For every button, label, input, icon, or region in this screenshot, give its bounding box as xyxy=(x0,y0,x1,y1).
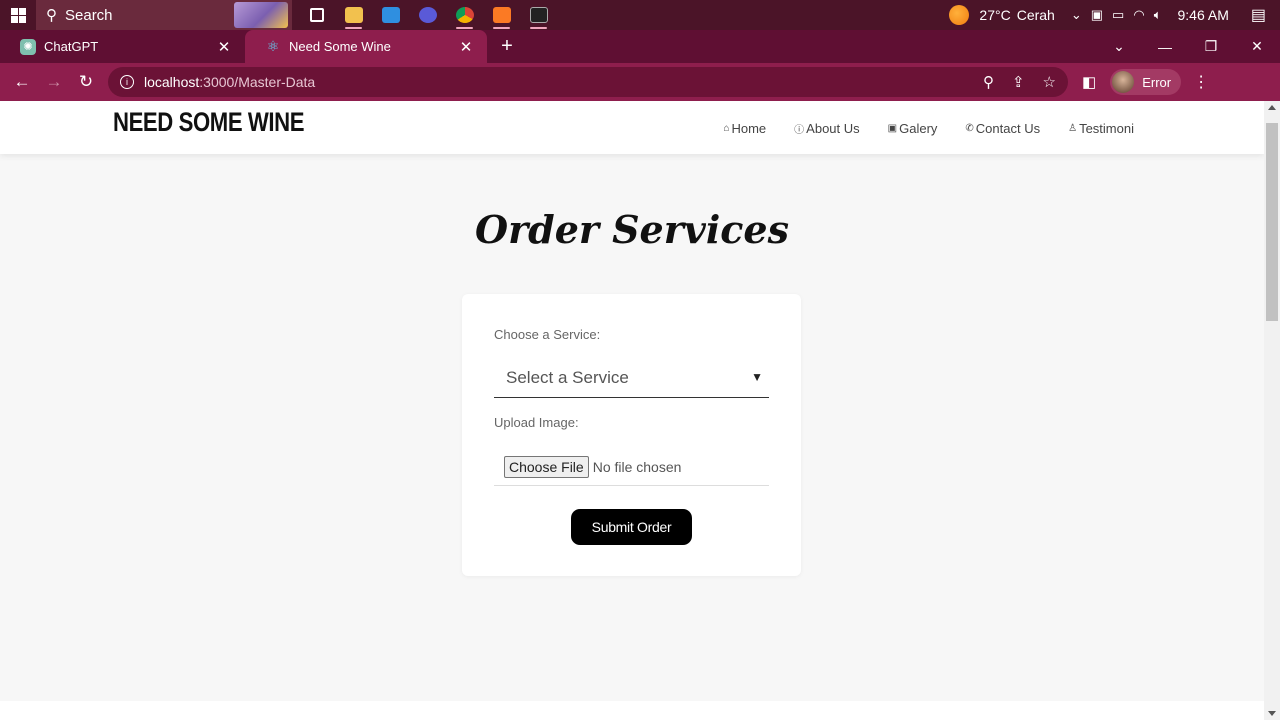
chatgpt-favicon-icon: ✺ xyxy=(20,38,36,55)
new-tab-button[interactable]: + xyxy=(487,30,527,63)
phone-icon: ✆ xyxy=(965,123,974,134)
avatar xyxy=(1112,71,1135,93)
meet-icon[interactable]: ▣ xyxy=(1091,7,1103,23)
tray-icons: ⌄ ▣ ▭ ◠ 🔈︎ xyxy=(1071,7,1162,23)
site-nav: ⌂ Home ⓘ About Us ▣ Galery ✆ Contact Us ♙ Tes… xyxy=(723,121,1134,136)
profile-button[interactable]: Error xyxy=(1110,69,1182,95)
nav-label: Galery xyxy=(899,121,938,136)
taskbar-apps xyxy=(298,0,557,30)
battery-icon[interactable]: ▭ xyxy=(1112,7,1124,23)
nav-label: Testimoni xyxy=(1079,121,1134,136)
nav-contact-us[interactable]: ✆ Contact Us xyxy=(965,121,1040,136)
site-info-icon[interactable]: i xyxy=(120,75,134,89)
weather-desc: Cerah xyxy=(1016,7,1055,23)
upload-label: Upload Image: xyxy=(494,415,579,430)
service-label: Choose a Service: xyxy=(494,327,601,342)
minimize-button[interactable]: — xyxy=(1142,39,1188,55)
nav-label: About Us xyxy=(806,121,860,136)
tab-title: Need Some Wine xyxy=(289,39,391,54)
browser-tabstrip: ✺ ChatGPT ✕ ⚛ Need Some Wine ✕ + ⌄ — ❐ ✕ xyxy=(0,30,1280,63)
side-panel-icon[interactable]: ◧ xyxy=(1082,73,1096,91)
file-explorer-icon[interactable] xyxy=(335,0,372,30)
profile-label: Error xyxy=(1142,74,1172,90)
react-favicon-icon: ⚛ xyxy=(266,38,280,54)
search-highlight-image xyxy=(234,2,288,28)
close-tab-icon[interactable]: ✕ xyxy=(215,38,233,56)
page-viewport: NEED SOME WINE ⌂ Home ⓘ About Us ▣ Galery ✆… xyxy=(0,101,1264,720)
tab-chatgpt[interactable]: ✺ ChatGPT ✕ xyxy=(0,30,245,63)
bookmark-star-icon[interactable]: ☆ xyxy=(1043,73,1056,91)
clock[interactable]: 9:46 AM xyxy=(1178,7,1229,23)
page-title: Order Services xyxy=(475,207,789,252)
zoom-icon[interactable]: ⚲ xyxy=(983,73,994,91)
url-path: :3000/Master-Data xyxy=(199,74,316,90)
file-input[interactable]: Choose File No file chosen xyxy=(494,449,769,486)
nav-home[interactable]: ⌂ Home xyxy=(723,121,766,136)
tab-need-some-wine[interactable]: ⚛ Need Some Wine ✕ xyxy=(245,30,487,63)
chevron-down-icon: ▼ xyxy=(751,370,763,384)
mail-icon[interactable] xyxy=(372,0,409,30)
file-status: No file chosen xyxy=(592,459,682,475)
wifi-icon[interactable]: ◠ xyxy=(1133,7,1144,23)
info-icon: ⓘ xyxy=(794,125,805,136)
windows-taskbar: ⚲ Search 27°C Cerah ⌄ ▣ ▭ ◠ 🔈︎ 9:46 AM ▤ xyxy=(0,0,1280,30)
taskbar-search[interactable]: ⚲ Search xyxy=(36,0,292,30)
order-form-card: Choose a Service: Select a Service ▼ Upl… xyxy=(462,294,801,576)
taskbar-search-label: Search xyxy=(65,6,113,24)
media-player-icon[interactable] xyxy=(409,0,446,30)
share-icon[interactable]: ⇪ xyxy=(1012,73,1025,91)
window-controls: ⌄ — ❐ ✕ xyxy=(1096,30,1280,63)
search-icon: ⚲ xyxy=(46,7,57,24)
close-window-button[interactable]: ✕ xyxy=(1234,38,1280,55)
close-tab-icon[interactable]: ✕ xyxy=(457,38,475,56)
site-brand[interactable]: NEED SOME WINE xyxy=(113,107,304,138)
restore-button[interactable]: ❐ xyxy=(1188,38,1234,55)
omnibox-actions: ⚲ ⇪ ☆ xyxy=(983,73,1056,91)
task-view-icon[interactable] xyxy=(298,0,335,30)
volume-icon[interactable]: 🔈︎ xyxy=(1154,7,1162,23)
xampp-icon[interactable] xyxy=(483,0,520,30)
back-icon[interactable]: ← xyxy=(6,72,38,92)
image-icon: ▣ xyxy=(887,123,898,134)
nav-galery[interactable]: ▣ Galery xyxy=(888,121,938,136)
nav-label: Contact Us xyxy=(975,121,1041,136)
notification-icon[interactable]: ▤ xyxy=(1251,5,1266,25)
terminal-icon[interactable] xyxy=(520,0,557,30)
user-icon: ♙ xyxy=(1068,123,1078,134)
weather-sun-icon[interactable] xyxy=(949,5,970,25)
submit-order-button[interactable]: Submit Order xyxy=(571,509,692,545)
site-header: NEED SOME WINE ⌂ Home ⓘ About Us ▣ Galery ✆… xyxy=(0,101,1264,154)
nav-testimoni[interactable]: ♙ Testimoni xyxy=(1068,121,1134,136)
page-scrollbar[interactable] xyxy=(1264,101,1280,720)
chevron-up-icon[interactable]: ⌄ xyxy=(1071,7,1082,23)
scrollbar-thumb[interactable] xyxy=(1266,123,1278,321)
reload-icon[interactable]: ↻ xyxy=(70,72,102,92)
nav-about-us[interactable]: ⓘ About Us xyxy=(794,121,859,136)
address-bar[interactable]: i localhost :3000/Master-Data ⚲ ⇪ ☆ xyxy=(108,67,1068,97)
tab-search-icon[interactable]: ⌄ xyxy=(1096,38,1142,55)
scroll-down-icon[interactable] xyxy=(1268,711,1276,716)
more-menu-icon[interactable]: ⋮ xyxy=(1193,72,1209,92)
weather-temp: 27°C xyxy=(979,7,1011,23)
browser-toolbar: ← → ↻ i localhost :3000/Master-Data ⚲ ⇪ … xyxy=(0,63,1280,101)
forward-icon[interactable]: → xyxy=(38,72,70,92)
tab-title: ChatGPT xyxy=(44,39,99,54)
page-footer xyxy=(0,701,1264,720)
url-host: localhost xyxy=(144,74,200,90)
windows-logo-icon xyxy=(10,7,26,23)
scroll-up-icon[interactable] xyxy=(1268,105,1276,110)
nav-label: Home xyxy=(731,121,767,136)
service-select[interactable]: Select a Service ▼ xyxy=(494,358,769,398)
service-select-value: Select a Service xyxy=(506,367,629,387)
start-button[interactable] xyxy=(0,0,36,30)
chrome-icon[interactable] xyxy=(446,0,483,30)
home-icon: ⌂ xyxy=(723,123,730,134)
system-tray: 27°C Cerah ⌄ ▣ ▭ ◠ 🔈︎ 9:46 AM ▤ xyxy=(949,0,1280,30)
choose-file-button[interactable]: Choose File xyxy=(504,456,589,478)
